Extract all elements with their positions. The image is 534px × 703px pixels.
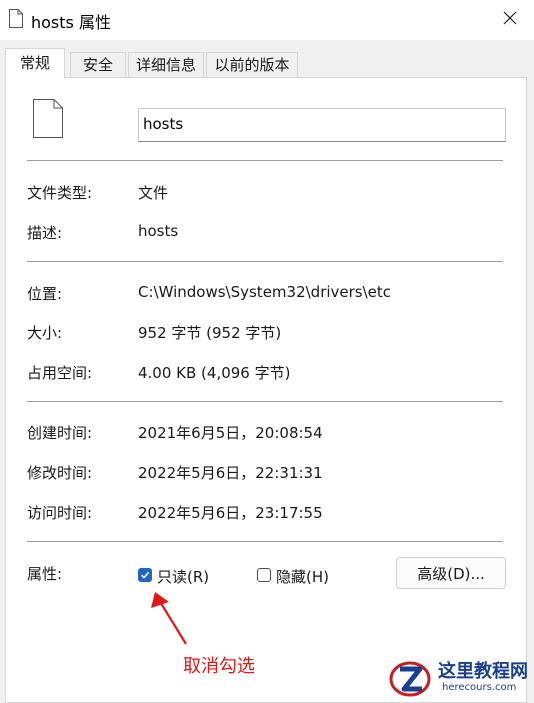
general-tab-panel	[5, 77, 527, 703]
separator	[27, 261, 503, 262]
file-type-icon	[33, 99, 63, 138]
created-value: 2021年6月5日，20:08:54	[138, 424, 323, 442]
hidden-checkbox[interactable]	[257, 568, 271, 582]
watermark: 这里教程网 herecours.com	[388, 655, 534, 699]
size-on-disk-value: 4.00 KB (4,096 字节)	[138, 364, 291, 382]
separator	[27, 401, 503, 402]
accessed-value: 2022年5月6日，23:17:55	[138, 504, 323, 522]
checkmark-icon	[140, 571, 150, 579]
title-bar: hosts 属性	[0, 0, 534, 40]
hidden-checkbox-label[interactable]: 隐藏(H)	[276, 566, 329, 587]
watermark-logo	[389, 661, 431, 697]
readonly-checkbox-label[interactable]: 只读(R)	[157, 566, 209, 587]
tab-strip: 常规 安全 详细信息 以前的版本	[0, 40, 534, 79]
modified-label: 修改时间:	[27, 464, 93, 482]
created-label: 创建时间:	[27, 424, 93, 442]
annotation-arrow-icon	[151, 592, 187, 645]
watermark-name: 这里教程网	[438, 661, 528, 682]
file-name-input[interactable]	[138, 108, 506, 142]
separator	[27, 541, 503, 542]
tab-previous-versions[interactable]: 以前的版本	[206, 52, 298, 78]
tab-details[interactable]: 详细信息	[128, 52, 204, 78]
size-label: 大小:	[27, 324, 63, 342]
modified-value: 2022年5月6日，22:31:31	[138, 464, 323, 482]
accessed-label: 访问时间:	[27, 504, 93, 522]
description-value: hosts	[138, 222, 179, 240]
readonly-checkbox[interactable]	[138, 568, 152, 582]
location-value: C:\Windows\System32\drivers\etc	[138, 283, 392, 301]
tab-general[interactable]: 常规	[5, 48, 65, 79]
file-icon	[9, 9, 23, 28]
annotation-text: 取消勾选	[183, 656, 255, 677]
separator	[27, 160, 503, 161]
size-on-disk-label: 占用空间:	[27, 364, 93, 382]
close-icon	[503, 11, 517, 25]
advanced-button[interactable]: 高级(D)...	[396, 557, 506, 589]
file-type-value: 文件	[138, 184, 169, 202]
file-type-label: 文件类型:	[27, 184, 93, 202]
window-title: hosts 属性	[31, 13, 111, 32]
size-value: 952 字节 (952 字节)	[138, 324, 282, 342]
watermark-url: herecours.com	[442, 682, 517, 693]
description-label: 描述:	[27, 224, 63, 242]
tab-security[interactable]: 安全	[70, 52, 126, 78]
close-button[interactable]	[488, 0, 534, 38]
location-label: 位置:	[27, 285, 63, 303]
attributes-label: 属性:	[27, 565, 63, 583]
